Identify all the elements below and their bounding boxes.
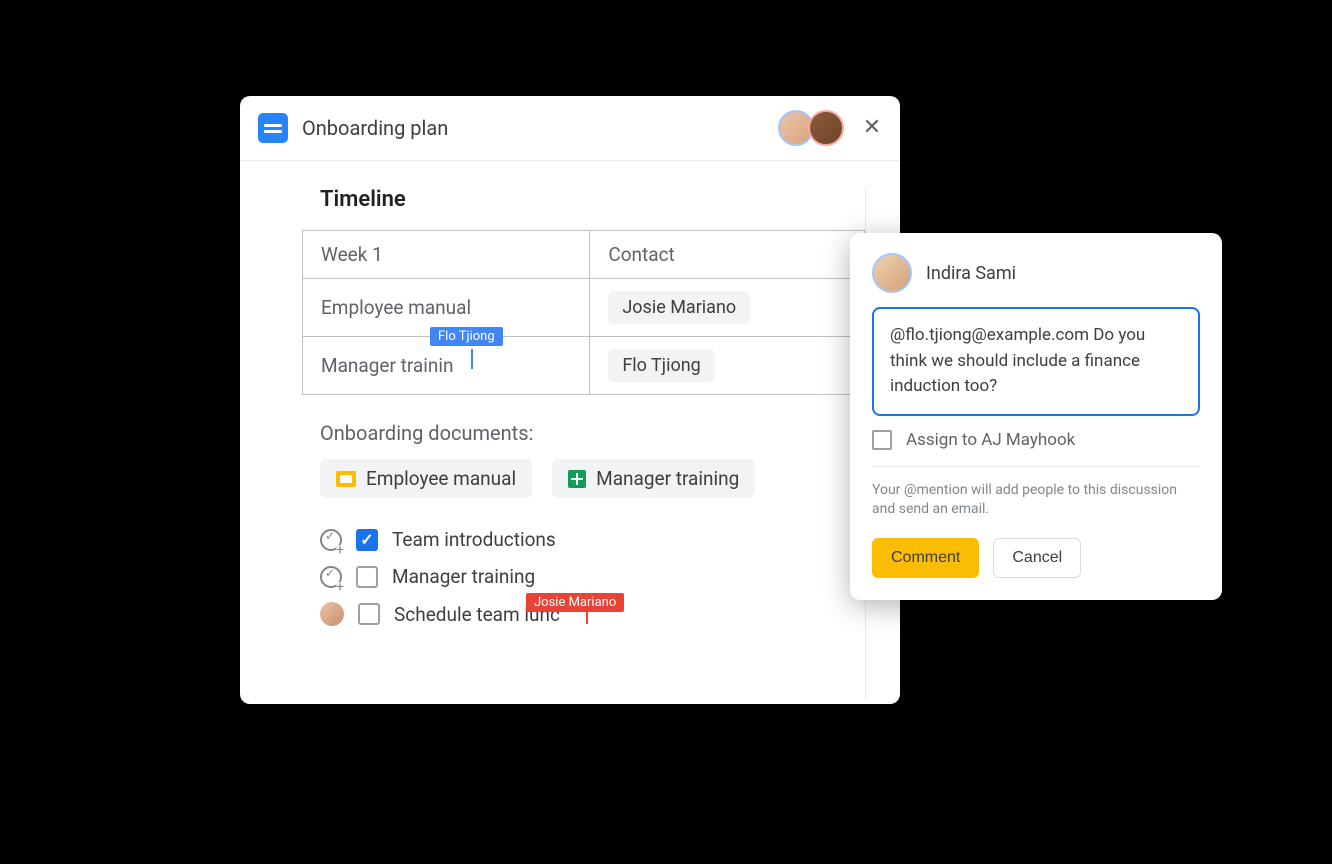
comment-header: Indira Sami [872,253,1200,293]
avatar-collaborator-2[interactable] [808,110,844,146]
document-title[interactable]: Onboarding plan [302,116,448,140]
section-title: Timeline [320,187,865,212]
table-cell[interactable]: Flo Tjiong [590,337,865,395]
task-row: Manager training [320,565,865,588]
document-body: Timeline Week 1 Contact Employee manual … [240,161,900,700]
assign-task-icon[interactable] [320,529,342,551]
document-sheet[interactable]: Timeline Week 1 Contact Employee manual … [302,187,866,700]
comment-button[interactable]: Comment [872,538,979,578]
mention-hint: Your @mention will add people to this di… [872,481,1200,520]
assignee-avatar-icon[interactable] [320,602,344,626]
divider [872,466,1200,467]
comment-textarea[interactable]: @flo.tjiong@example.com Do you think we … [872,307,1200,416]
timeline-table[interactable]: Week 1 Contact Employee manual Josie Mar… [302,230,865,395]
doc-chip-slides[interactable]: Employee manual [320,459,532,498]
documents-subtitle: Onboarding documents: [320,421,865,445]
close-icon[interactable]: ✕ [862,118,882,138]
task-label[interactable]: Manager training [392,565,535,588]
task-checkbox[interactable] [356,529,378,551]
table-cell-text: Manager trainin [321,354,454,377]
contact-chip[interactable]: Flo Tjiong [608,349,714,382]
task-checkbox[interactable] [356,566,378,588]
comment-popup: Indira Sami @flo.tjiong@example.com Do y… [850,233,1222,600]
assign-checkbox[interactable] [872,430,892,450]
cancel-button[interactable]: Cancel [993,538,1081,578]
comment-author-name: Indira Sami [926,263,1016,284]
comment-actions: Comment Cancel [872,538,1200,578]
table-row: Manager trainin Flo Tjiong [303,337,865,395]
document-window: Onboarding plan ✕ Timeline Week 1 Contac… [240,96,900,704]
assign-row[interactable]: Assign to AJ Mayhook [872,430,1200,450]
table-cell[interactable]: Josie Mariano [590,279,865,337]
doc-chip-sheets[interactable]: Manager training [552,459,755,498]
slides-icon [336,471,356,487]
collaborator-avatars [778,110,844,146]
table-header-week[interactable]: Week 1 [303,231,590,279]
collab-cursor-tag-red: Josie Mariano [526,593,624,612]
table-row: Employee manual Josie Mariano [303,279,865,337]
collab-cursor-tag-blue: Flo Tjiong [430,327,503,346]
doc-chip-label: Manager training [596,467,739,490]
comment-author-avatar[interactable] [872,253,912,293]
assign-label: Assign to AJ Mayhook [906,430,1075,450]
google-docs-icon [258,113,288,143]
task-checkbox[interactable] [358,603,380,625]
table-header-contact[interactable]: Contact [590,231,865,279]
contact-chip[interactable]: Josie Mariano [608,291,750,324]
collab-cursor-blue [471,349,473,369]
task-label[interactable]: Team introductions [392,528,556,551]
document-chips-row: Employee manual Manager training [320,459,865,498]
sheets-icon [568,470,586,488]
assign-task-icon[interactable] [320,566,342,588]
document-header: Onboarding plan ✕ [240,96,900,161]
doc-chip-label: Employee manual [366,467,516,490]
task-row: Team introductions [320,528,865,551]
table-row: Week 1 Contact [303,231,865,279]
